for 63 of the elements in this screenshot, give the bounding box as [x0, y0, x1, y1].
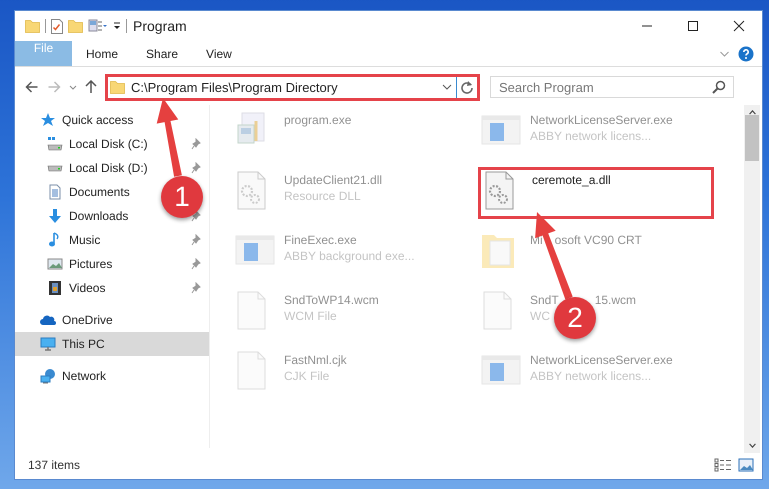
details-view-icon[interactable] [714, 458, 732, 472]
ribbon-tab[interactable]: View [192, 41, 246, 66]
up-arrow-icon[interactable] [85, 80, 97, 94]
sidebar-item[interactable]: OneDrive [40, 308, 117, 332]
ribbon-tab[interactable]: Share [132, 41, 192, 66]
scrollbar-thumb[interactable] [745, 115, 759, 161]
sidebar-item[interactable]: Network [40, 364, 110, 388]
address-path: C:\Program Files\Program Directory [131, 80, 338, 94]
file-name: FastNml.cjk [284, 353, 347, 367]
refresh-icon [460, 80, 474, 94]
chevron-down-icon[interactable] [442, 84, 452, 90]
chevron-down-icon[interactable] [69, 84, 77, 90]
window-title: Program [133, 18, 187, 34]
ribbon-tab[interactable]: Home [72, 41, 132, 66]
file-name: Mi [530, 233, 543, 247]
file-description: WCM File [284, 309, 337, 323]
sidebar-item[interactable]: Downloads [47, 204, 132, 228]
file-description: ABBY network licens... [530, 129, 652, 143]
file-description: ABBY background exe... [284, 249, 415, 263]
sidebar-item[interactable]: Pictures [47, 252, 116, 276]
file-name: 15.wcm [594, 293, 636, 307]
file-name: osoft VC90 CRT [554, 233, 642, 247]
file-name: ceremote_a.dll [532, 173, 611, 187]
search-field[interactable]: Search Program [490, 76, 734, 98]
file-name: NetworkLicenseServer.exe [530, 113, 673, 127]
network-icon [40, 368, 56, 384]
scrollbar[interactable] [744, 105, 760, 453]
scroll-down-icon[interactable] [748, 443, 756, 448]
back-arrow-icon[interactable] [25, 81, 39, 93]
star-icon [40, 112, 56, 128]
folder-icon [110, 80, 125, 94]
scroll-up-icon[interactable] [748, 110, 756, 115]
sidebar-item[interactable]: This PC [15, 332, 209, 356]
large-icons-view-icon[interactable] [738, 458, 754, 472]
document-icon [47, 184, 63, 200]
file-name: SndToWP14.wcm [284, 293, 379, 307]
properties-icon[interactable] [51, 18, 63, 34]
sidebar-item[interactable]: Local Disk (D:) [47, 156, 152, 180]
file-name: NetworkLicenseServer.exe [530, 353, 673, 367]
item-count: 137 items [28, 458, 80, 472]
file-name: FineExec.exe [284, 233, 357, 247]
maximize-icon [687, 20, 699, 32]
sidebar-item[interactable]: Music [47, 228, 104, 252]
monitor-icon [40, 336, 56, 352]
file-description: CJK File [284, 369, 330, 383]
help-icon[interactable] [738, 46, 754, 62]
close-icon [733, 20, 745, 32]
search-icon [712, 80, 726, 94]
layout-icon[interactable] [88, 18, 108, 34]
download-arrow-icon [47, 208, 63, 224]
drive-icon [47, 136, 63, 152]
file-description: WC [530, 309, 550, 323]
sidebar-item[interactable]: Documents [47, 180, 134, 204]
file-description: Resource DLL [284, 189, 361, 203]
sidebar-item[interactable]: Videos [47, 276, 110, 300]
file-name: program.exe [284, 113, 352, 127]
film-strip-icon [47, 280, 63, 296]
file-description: ABBY network licens... [530, 369, 652, 383]
sidebar-item[interactable]: Local Disk (C:) [47, 132, 152, 156]
file-name: UpdateClient21.dll [284, 173, 382, 187]
sidebar-item[interactable]: Quick access [40, 108, 138, 132]
dropdown-icon[interactable] [113, 22, 121, 30]
picture-icon [47, 256, 63, 272]
